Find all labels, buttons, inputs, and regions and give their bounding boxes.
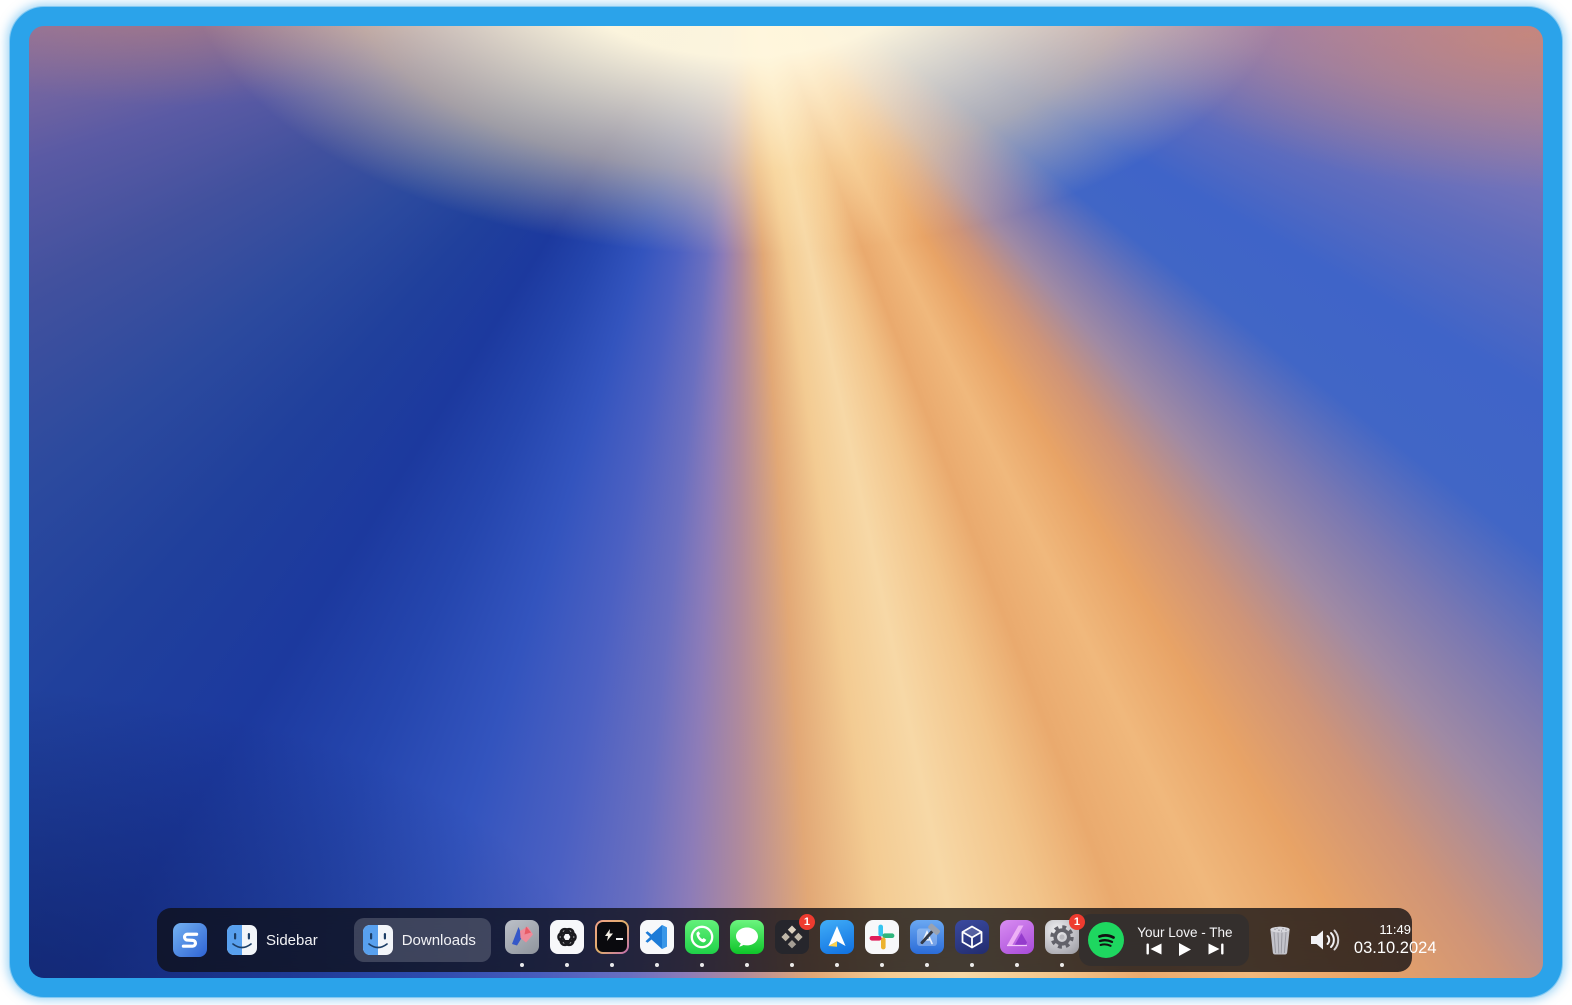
dock-app-system-settings[interactable]: 1 — [1045, 908, 1079, 972]
running-indicator-dot — [610, 963, 614, 967]
spark-paper-plane-icon — [820, 920, 854, 954]
cube-3d-icon — [955, 920, 989, 954]
dock-app-affinity[interactable] — [1000, 908, 1034, 972]
lightning-bolt-icon — [604, 929, 614, 941]
play-icon — [1179, 943, 1191, 956]
running-indicator-dot — [700, 963, 704, 967]
finder-icon — [363, 925, 393, 955]
vscode-icon — [640, 920, 674, 954]
playback-controls — [1146, 943, 1224, 956]
notification-badge: 1 — [799, 914, 815, 930]
dock-app-whatsapp[interactable] — [685, 908, 719, 972]
next-icon — [1208, 943, 1224, 955]
s-logo-icon — [175, 925, 205, 955]
dock-apps-section: 1 — [505, 908, 1079, 972]
notification-badge: 1 — [1069, 914, 1085, 930]
running-indicator-dot — [925, 963, 929, 967]
taskbar-item-label: Sidebar — [266, 932, 318, 949]
trash-icon — [1265, 922, 1295, 958]
desktop-wallpaper: Sidebar Downloads — [29, 26, 1543, 978]
dock-app-origami[interactable] — [505, 908, 539, 972]
running-indicator-dot — [880, 963, 884, 967]
running-indicator-dot — [655, 963, 659, 967]
dock-app-vscode[interactable] — [640, 908, 674, 972]
taskbar-item-label: Downloads — [402, 932, 476, 949]
now-playing-widget[interactable]: Your Love - The — [1079, 914, 1249, 966]
volume-button[interactable] — [1308, 927, 1340, 953]
dock-app-warp-terminal[interactable] — [595, 908, 629, 972]
running-indicator-dot — [745, 963, 749, 967]
next-track-button[interactable] — [1208, 943, 1224, 955]
dock-app-chatgpt[interactable] — [550, 908, 584, 972]
dock-app-spark[interactable] — [820, 908, 854, 972]
clock-time: 11:49 — [1354, 922, 1437, 938]
play-button[interactable] — [1179, 943, 1191, 956]
volume-icon — [1308, 927, 1340, 953]
xcode-hammer-icon — [910, 920, 944, 954]
previous-track-button[interactable] — [1146, 943, 1162, 955]
clock-widget[interactable]: 11:49 03.10.2024 — [1354, 922, 1437, 959]
dock-bar: Sidebar Downloads — [157, 908, 1412, 972]
affinity-aperture-icon — [1000, 920, 1034, 954]
slack-icon — [865, 920, 899, 954]
clock-date: 03.10.2024 — [1354, 938, 1437, 959]
origami-shapes-icon — [505, 920, 539, 954]
running-indicator-dot — [1015, 963, 1019, 967]
messages-bubble-icon — [730, 920, 764, 954]
trash-button[interactable] — [1265, 922, 1295, 958]
chatgpt-icon — [550, 920, 584, 954]
taskbar-item-sidebar[interactable]: Sidebar — [227, 925, 318, 955]
dock-app-setapp[interactable]: 1 — [775, 908, 809, 972]
dock-launcher-s-app[interactable] — [173, 923, 207, 957]
running-indicator-dot — [790, 963, 794, 967]
screen-frame: Sidebar Downloads — [10, 7, 1562, 997]
running-indicator-dot — [1060, 963, 1064, 967]
whatsapp-icon — [685, 920, 719, 954]
running-indicator-dot — [520, 963, 524, 967]
taskbar-item-downloads[interactable]: Downloads — [354, 918, 491, 962]
running-indicator-dot — [970, 963, 974, 967]
dock-app-xcode[interactable] — [910, 908, 944, 972]
running-indicator-dot — [835, 963, 839, 967]
finder-icon — [227, 925, 257, 955]
running-indicator-dot — [565, 963, 569, 967]
dock-app-cube[interactable] — [955, 908, 989, 972]
now-playing-track-title: Your Love - The — [1137, 925, 1232, 940]
spotify-icon — [1088, 922, 1124, 958]
dock-app-slack[interactable] — [865, 908, 899, 972]
terminal-cursor — [616, 938, 623, 941]
previous-icon — [1146, 943, 1162, 955]
dock-app-messages[interactable] — [730, 908, 764, 972]
